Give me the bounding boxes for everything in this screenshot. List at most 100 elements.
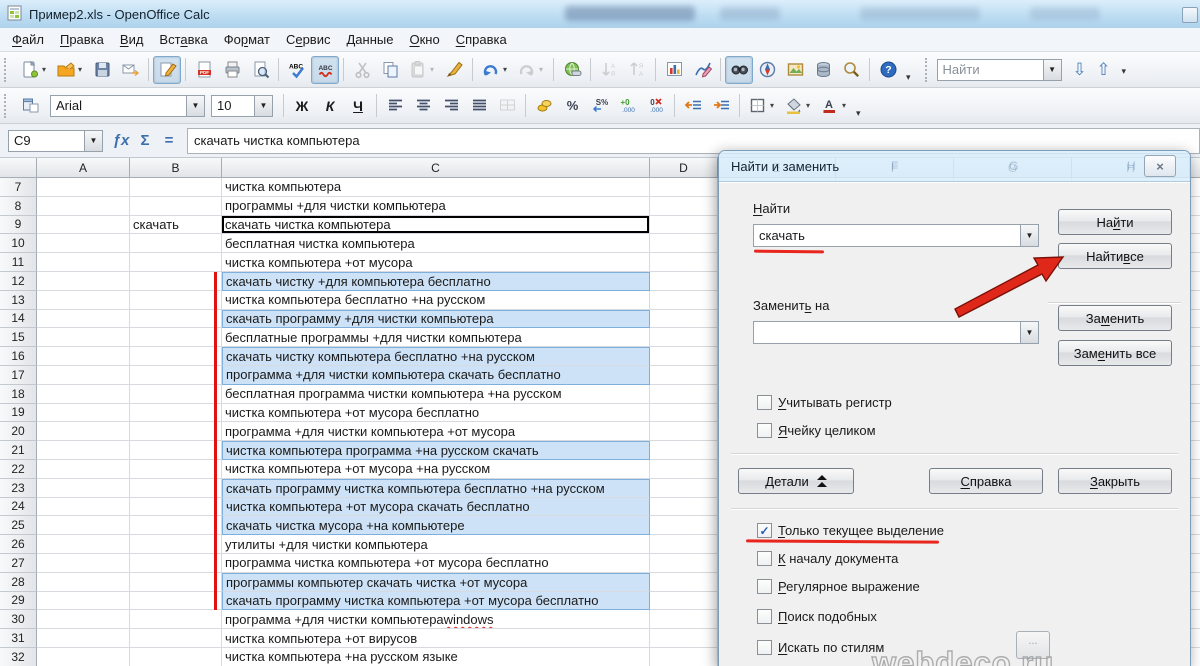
cell-D17[interactable]: [650, 366, 718, 385]
dialog-title-bar[interactable]: Найти и заменить F G H ×: [719, 151, 1190, 182]
cell-D24[interactable]: [650, 498, 718, 517]
cell-D18[interactable]: [650, 385, 718, 404]
cell-B20[interactable]: [130, 422, 222, 441]
cell-B17[interactable]: [130, 366, 222, 385]
cell-D25[interactable]: [650, 516, 718, 535]
row-header-24[interactable]: 24: [0, 498, 37, 517]
cell-C19[interactable]: чистка компьютера +от мусора бесплатно: [222, 404, 650, 423]
chart-icon[interactable]: [660, 56, 688, 84]
new-document-icon[interactable]: ▾: [16, 56, 52, 84]
sum-icon[interactable]: Σ: [133, 132, 157, 149]
replace-all-button[interactable]: Заменить все: [1058, 340, 1172, 366]
cell-C30[interactable]: программа +для чистки компьютера windows: [222, 610, 650, 629]
borders-icon[interactable]: ▾: [744, 92, 780, 120]
cell-I28[interactable]: [1190, 573, 1200, 592]
column-header-B[interactable]: B: [130, 158, 222, 178]
cell-A8[interactable]: [37, 197, 130, 216]
toolbar-handle[interactable]: [4, 58, 11, 82]
cell-A7[interactable]: [37, 178, 130, 197]
menu-формат[interactable]: Формат: [216, 29, 278, 50]
cell-B15[interactable]: [130, 328, 222, 347]
cell-B23[interactable]: [130, 479, 222, 498]
cell-I22[interactable]: [1190, 460, 1200, 479]
chevron-down-icon[interactable]: ▼: [1020, 225, 1038, 246]
column-header-C[interactable]: C: [222, 158, 650, 178]
navigator-icon[interactable]: [753, 56, 781, 84]
menu-данные[interactable]: Данные: [338, 29, 401, 50]
cell-I30[interactable]: [1190, 610, 1200, 629]
search-input[interactable]: скачать ▼: [753, 224, 1039, 247]
toolbar-handle[interactable]: [4, 94, 11, 118]
edit-mode-icon[interactable]: [153, 56, 181, 84]
checkbox-box[interactable]: [757, 423, 772, 438]
menu-вставка[interactable]: Вставка: [151, 29, 215, 50]
sort-descending-icon[interactable]: ЯА: [623, 56, 651, 84]
row-header-27[interactable]: 27: [0, 554, 37, 573]
cell-I19[interactable]: [1190, 404, 1200, 423]
cell-I32[interactable]: [1190, 648, 1200, 666]
align-left-icon[interactable]: [381, 92, 409, 120]
font-size-combo[interactable]: 10 ▼: [211, 95, 273, 117]
email-icon[interactable]: [116, 56, 144, 84]
dropdown-arrow-icon[interactable]: ▾: [537, 65, 546, 74]
cell-D11[interactable]: [650, 253, 718, 272]
cell-A15[interactable]: [37, 328, 130, 347]
cell-I8[interactable]: [1190, 197, 1200, 216]
checkbox-box[interactable]: [757, 395, 772, 410]
cell-D32[interactable]: [650, 648, 718, 666]
cell-B29[interactable]: [130, 592, 222, 611]
cell-A12[interactable]: [37, 272, 130, 291]
checkbox-поиск-подобных[interactable]: Поиск подобных: [757, 609, 877, 624]
dropdown-arrow-icon[interactable]: ▾: [76, 65, 85, 74]
merge-cells-icon[interactable]: [493, 92, 521, 120]
cell-A13[interactable]: [37, 291, 130, 310]
name-box[interactable]: C9 ▼: [8, 130, 103, 152]
cell-I14[interactable]: [1190, 310, 1200, 329]
cell-D23[interactable]: [650, 479, 718, 498]
sort-ascending-icon[interactable]: АЯ: [595, 56, 623, 84]
cell-A19[interactable]: [37, 404, 130, 423]
cell-D31[interactable]: [650, 629, 718, 648]
dropdown-arrow-icon[interactable]: ▾: [840, 101, 849, 110]
cell-C8[interactable]: программы +для чистки компьютера: [222, 197, 650, 216]
cell-D19[interactable]: [650, 404, 718, 423]
cell-A21[interactable]: [37, 441, 130, 460]
toolbar-overflow-icon[interactable]: ▾: [906, 72, 911, 87]
cell-D29[interactable]: [650, 592, 718, 611]
cell-B14[interactable]: [130, 310, 222, 329]
zoom-icon[interactable]: [837, 56, 865, 84]
currency-format-icon[interactable]: [530, 92, 558, 120]
row-header-7[interactable]: 7: [0, 178, 37, 197]
cell-C14[interactable]: скачать программу +для чистки компьютера: [222, 310, 650, 329]
menu-вид[interactable]: Вид: [112, 29, 152, 50]
page-preview-icon[interactable]: [246, 56, 274, 84]
checkbox-box[interactable]: ✓: [757, 523, 772, 538]
export-pdf-icon[interactable]: PDF: [190, 56, 218, 84]
close-button[interactable]: Закрыть: [1058, 468, 1172, 494]
row-header-29[interactable]: 29: [0, 592, 37, 611]
cell-A18[interactable]: [37, 385, 130, 404]
add-decimal-icon[interactable]: +0.000: [614, 92, 642, 120]
cell-B9[interactable]: скачать: [130, 216, 222, 235]
cell-C29[interactable]: скачать программу чистка компьютера +от …: [222, 592, 650, 611]
save-icon[interactable]: [88, 56, 116, 84]
cell-C7[interactable]: чистка компьютера: [222, 178, 650, 197]
help-icon[interactable]: ?: [874, 56, 902, 84]
column-header-I[interactable]: I: [1190, 158, 1200, 178]
row-header-16[interactable]: 16: [0, 347, 37, 366]
menu-сервис[interactable]: Сервис: [278, 29, 339, 50]
copy-icon[interactable]: [376, 56, 404, 84]
function-wizard-icon[interactable]: ƒx: [109, 132, 133, 149]
checkbox-учитывать-регистр[interactable]: Учитывать регистр: [757, 395, 892, 410]
cell-I21[interactable]: [1190, 441, 1200, 460]
print-icon[interactable]: [218, 56, 246, 84]
row-header-31[interactable]: 31: [0, 629, 37, 648]
cell-C25[interactable]: скачать чистка мусора +на компьютере: [222, 516, 650, 535]
row-header-25[interactable]: 25: [0, 516, 37, 535]
row-header-30[interactable]: 30: [0, 610, 37, 629]
cell-D26[interactable]: [650, 535, 718, 554]
cell-D20[interactable]: [650, 422, 718, 441]
cell-I20[interactable]: [1190, 422, 1200, 441]
toolbar-overflow-icon[interactable]: ▾: [1122, 66, 1127, 81]
underline-icon[interactable]: Ч: [344, 92, 372, 120]
